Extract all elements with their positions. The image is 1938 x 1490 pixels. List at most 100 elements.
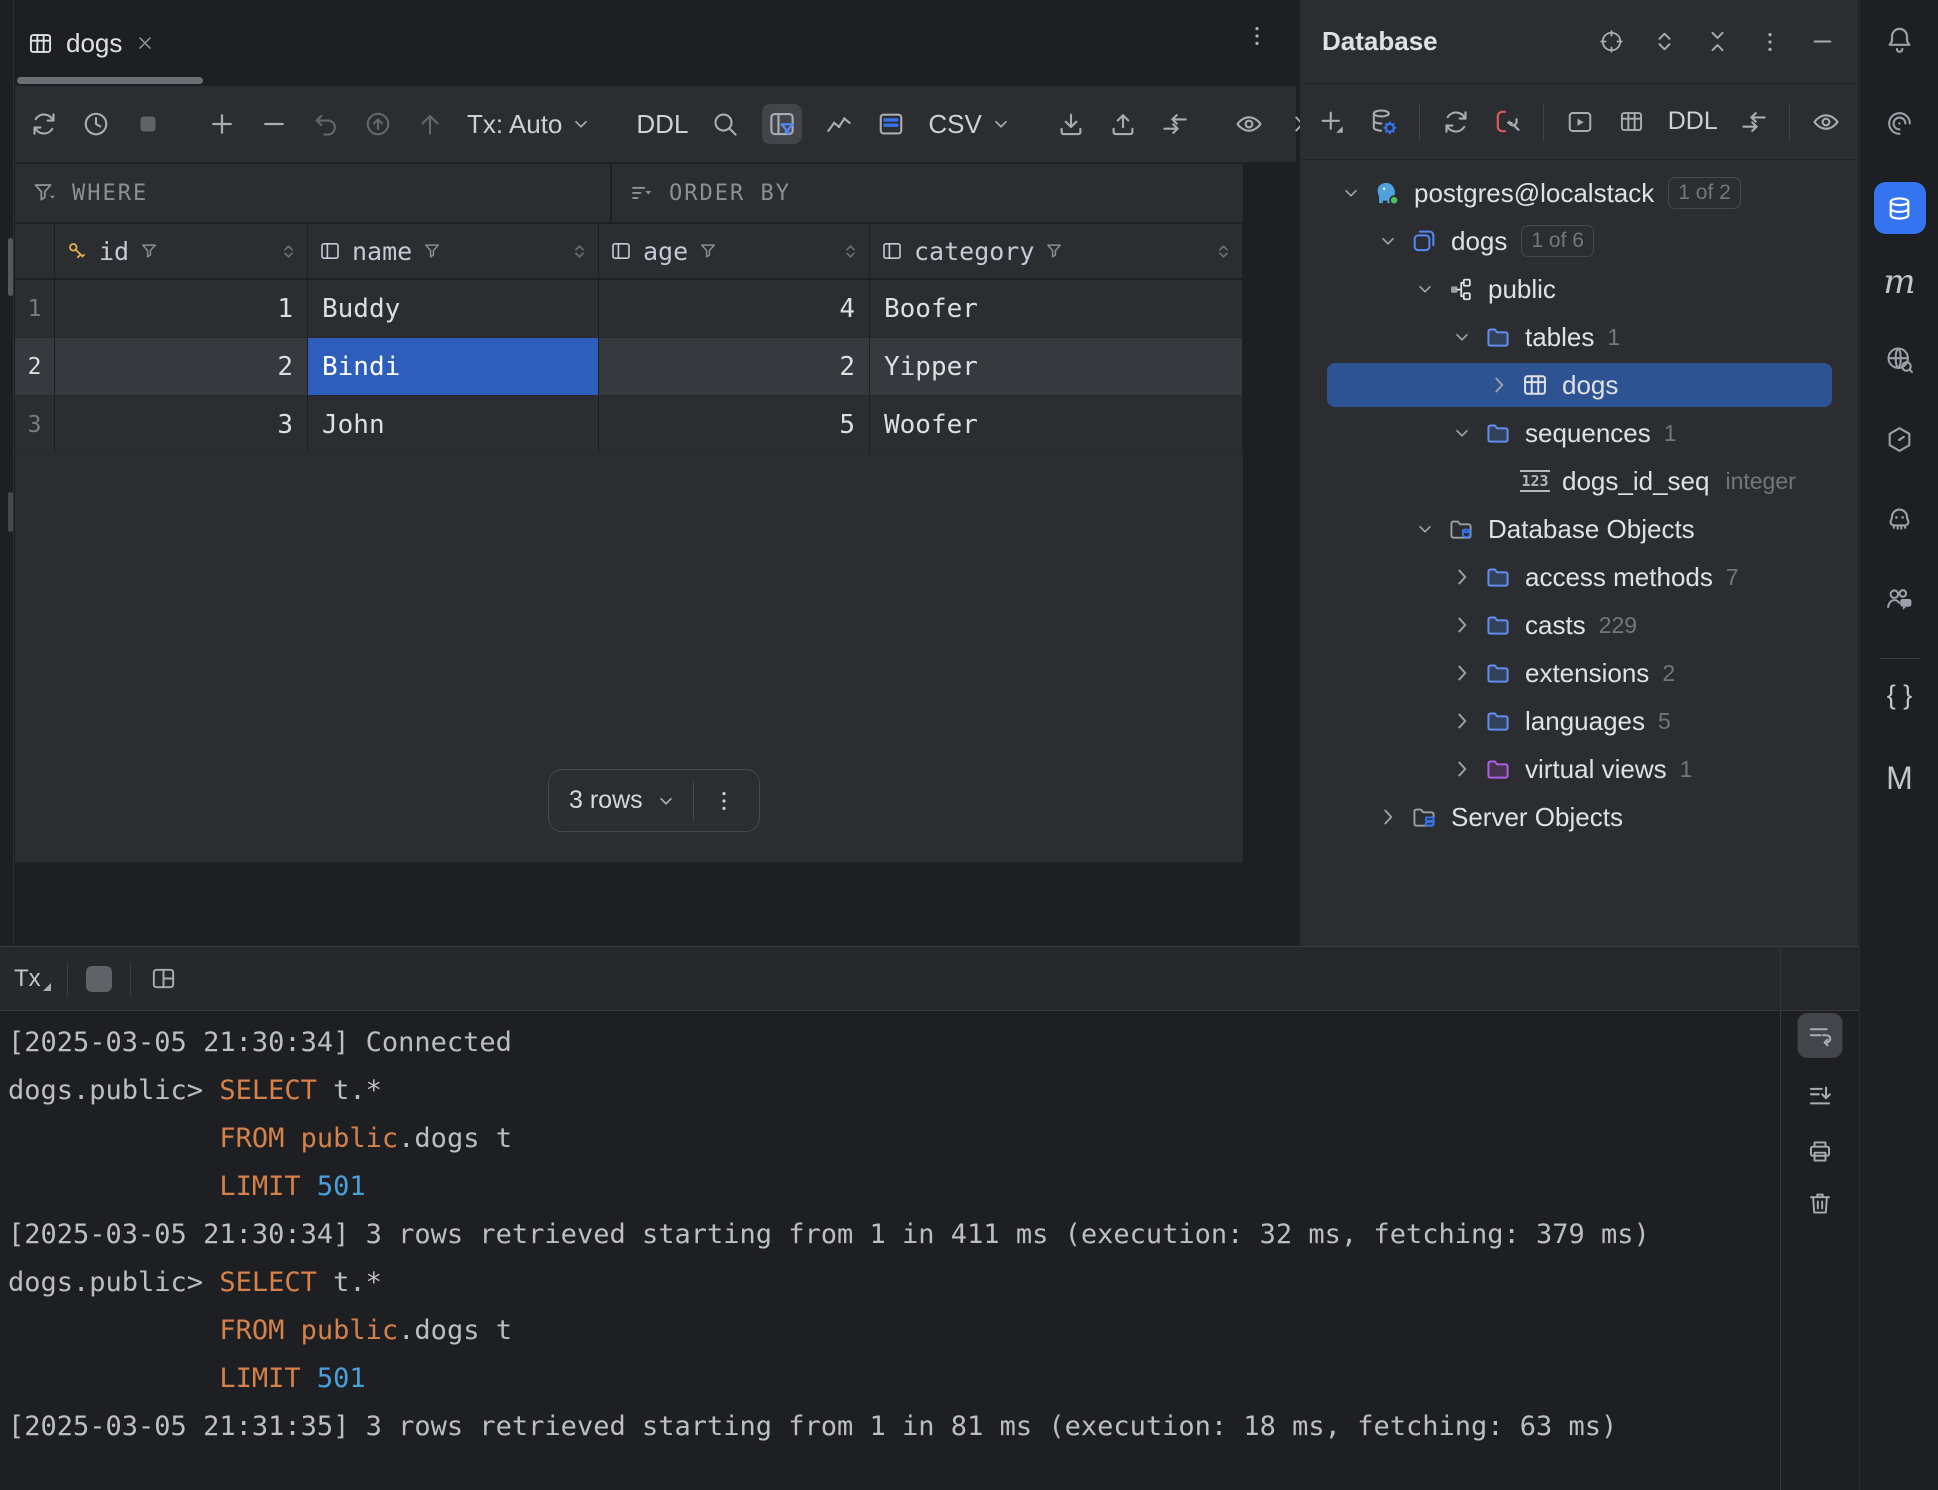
column-filter-funnel-icon[interactable] [422,241,442,261]
submit-icon[interactable] [363,109,393,139]
disconnect-icon[interactable] [1492,106,1524,137]
chevron-down-icon[interactable] [1334,182,1368,204]
cell-age[interactable]: 2 [599,338,870,395]
view-options-icon[interactable] [1810,107,1842,137]
column-header-age[interactable]: age [599,224,870,278]
column-header-id[interactable]: id [55,224,308,278]
chevron-down-icon[interactable] [1445,326,1479,348]
search-icon[interactable] [710,109,740,139]
locate-object-icon[interactable] [1598,28,1625,55]
history-icon[interactable] [81,109,111,139]
cell-name[interactable]: Buddy [308,280,599,337]
column-filter-funnel-icon[interactable] [1044,241,1064,261]
compare-icon[interactable] [1160,109,1190,139]
table-view-icon[interactable] [876,109,906,139]
sort-toggle-icon[interactable] [571,243,588,260]
export-format-dropdown[interactable]: CSV [928,109,1011,140]
chevron-down-icon[interactable] [1408,518,1442,540]
expand-all-icon[interactable] [1651,28,1678,55]
chevron-right-icon[interactable] [1371,804,1405,830]
view-options-icon[interactable] [1234,109,1264,139]
ai-assistant-button[interactable] [1860,108,1938,139]
column-filter-funnel-icon[interactable] [698,241,718,261]
filter-rows-toggle-icon[interactable] [762,104,802,144]
reload-icon[interactable] [29,109,59,139]
tree-item-virtual-views[interactable]: virtual views1 [1300,745,1858,793]
add-row-icon[interactable] [207,109,237,139]
web-inspector-button[interactable] [1860,344,1938,375]
tab-dogs[interactable]: dogs [15,13,172,73]
chevron-down-icon[interactable] [1408,278,1442,300]
panel-options-kebab-icon[interactable] [1757,29,1783,55]
cell-id[interactable]: 1 [55,280,308,337]
hide-panel-icon[interactable] [1809,28,1836,55]
chevron-right-icon[interactable] [1445,660,1479,686]
stop-icon[interactable] [133,109,163,139]
tree-item-casts[interactable]: casts229 [1300,601,1858,649]
print-button[interactable] [1806,1137,1835,1166]
row-number[interactable]: 3 [15,396,55,453]
column-header-name[interactable]: name [308,224,599,278]
pager-kebab-icon[interactable] [694,788,755,814]
cell-category[interactable]: Yipper [870,338,1243,395]
undo-icon[interactable] [311,109,341,139]
database-tool-button-active[interactable] [1860,182,1938,234]
tree-item-postgres-localstack[interactable]: postgres@localstack1 of 2 [1300,169,1858,217]
tree-item-public[interactable]: public [1300,265,1858,313]
tree-item-extensions[interactable]: extensions2 [1300,649,1858,697]
chevron-down-icon[interactable] [1445,422,1479,444]
scroll-to-end-button[interactable] [1806,1081,1835,1110]
row-count-dropdown[interactable]: 3 rows [553,786,693,815]
split-view-icon[interactable] [149,964,178,993]
tree-item-database-objects[interactable]: Database Objects [1300,505,1858,553]
tree-item-tables[interactable]: tables1 [1300,313,1858,361]
delete-row-icon[interactable] [259,109,289,139]
close-icon[interactable] [134,32,156,54]
chevron-right-icon[interactable] [1445,708,1479,734]
tab-options-kebab-icon[interactable] [1244,23,1270,49]
chevron-right-icon[interactable] [1445,564,1479,590]
table-row[interactable]: 22Bindi2Yipper [15,338,1243,396]
hexagon-tool-button[interactable] [1860,424,1938,455]
json-tool-button[interactable]: { } [1860,680,1938,711]
tree-item-dogs[interactable]: dogs1 of 6 [1300,217,1858,265]
cell-category[interactable]: Woofer [870,396,1243,453]
commit-icon[interactable] [415,109,445,139]
tree-item-sequences[interactable]: sequences1 [1300,409,1858,457]
m-plugin-button[interactable]: m [1860,262,1938,302]
collapse-all-icon[interactable] [1704,28,1731,55]
stop-icon[interactable] [86,966,112,992]
grid-corner[interactable] [15,224,55,278]
tree-item-languages[interactable]: languages5 [1300,697,1858,745]
table-row[interactable]: 11Buddy4Boofer [15,280,1243,338]
chart-view-icon[interactable] [824,109,854,139]
row-number[interactable]: 2 [15,338,55,395]
tree-item-dogs-id-seq[interactable]: 123dogs_id_seqinteger [1300,457,1858,505]
table-row[interactable]: 33John5Woofer [15,396,1243,454]
chevron-right-icon[interactable] [1482,372,1516,398]
chevron-right-icon[interactable] [1445,756,1479,782]
export-icon[interactable] [1108,109,1138,139]
tree-item-dogs[interactable]: dogs [1300,361,1858,409]
sort-toggle-icon[interactable] [1215,243,1232,260]
datasource-properties-icon[interactable] [1368,106,1400,137]
code-with-me-button[interactable] [1860,584,1938,615]
generate-ddl-button[interactable]: DDL [1668,107,1718,136]
sort-toggle-icon[interactable] [842,243,859,260]
sort-toggle-icon[interactable] [280,243,297,260]
order-by-input[interactable]: ORDER BY [612,164,1243,222]
cell-name[interactable]: John [308,396,599,453]
mm-plugin-button[interactable]: M [1860,760,1938,797]
compare-icon[interactable] [1738,107,1770,137]
notifications-button[interactable] [1860,24,1938,55]
import-icon[interactable] [1056,109,1086,139]
ddl-button[interactable]: DDL [636,109,688,140]
chevron-down-icon[interactable] [1371,230,1405,252]
clear-output-button[interactable] [1806,1189,1835,1218]
cell-id[interactable]: 2 [55,338,308,395]
octopus-tool-button[interactable] [1860,504,1938,535]
where-filter-input[interactable]: WHERE [15,164,610,222]
tx-mode-dropdown[interactable]: Tx: Auto [467,109,592,140]
refresh-icon[interactable] [1440,107,1472,137]
cell-age[interactable]: 5 [599,396,870,453]
